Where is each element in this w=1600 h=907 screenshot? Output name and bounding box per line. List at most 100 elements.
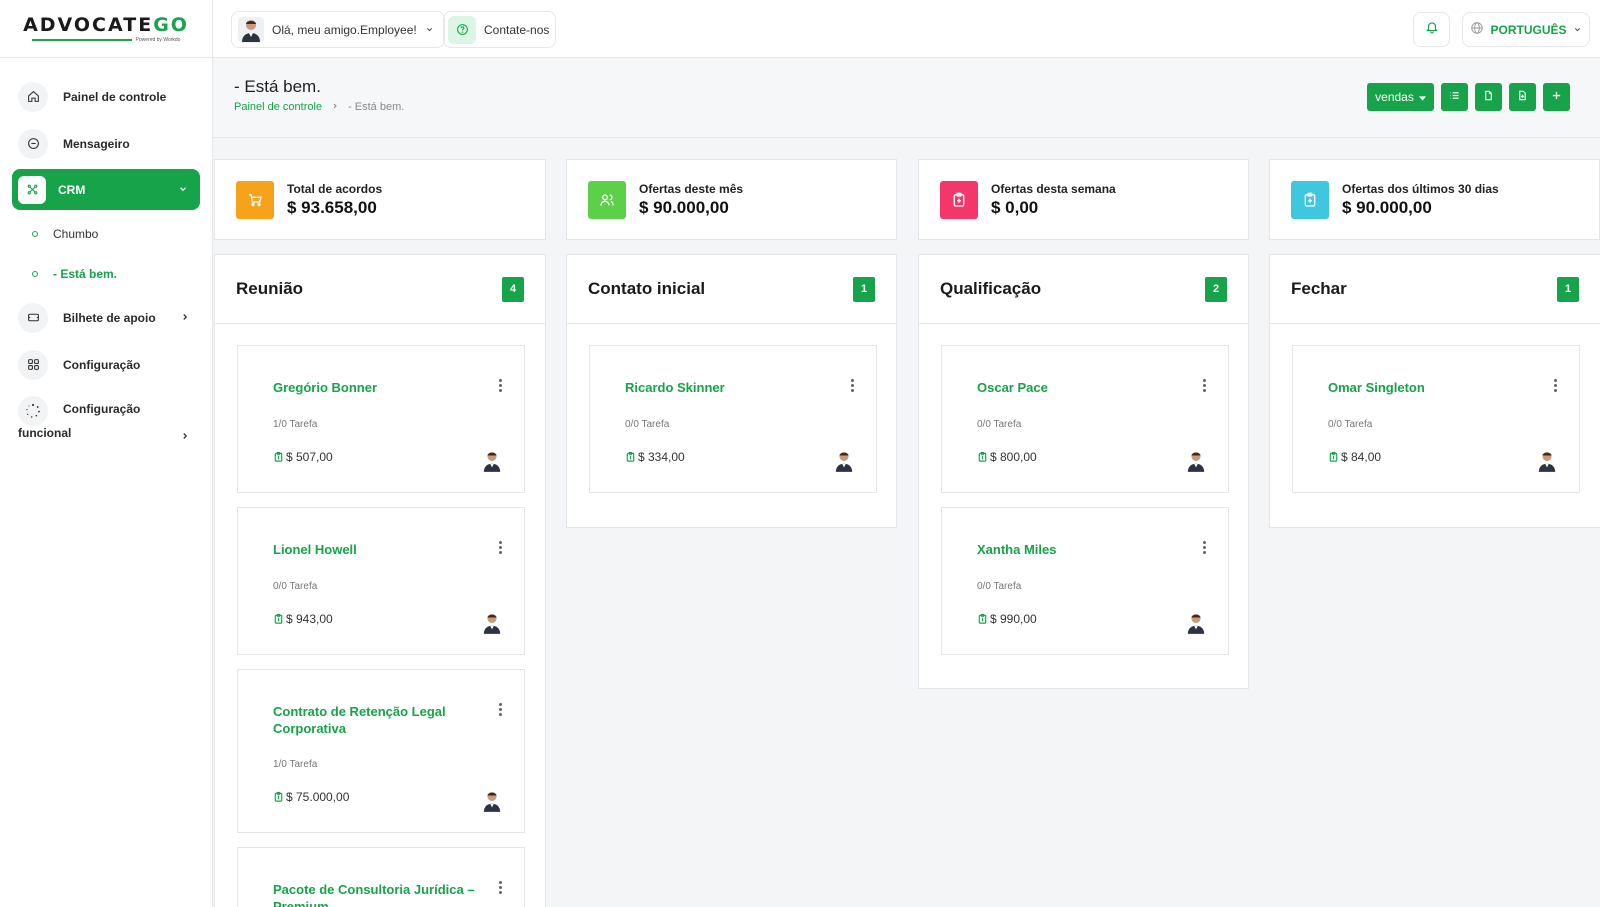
sidebar-subitem-lead[interactable]: Chumbo bbox=[0, 214, 212, 254]
chevron-right-icon bbox=[180, 430, 190, 444]
deal-amount-value: $ 943,00 bbox=[286, 612, 333, 626]
stat-label: Ofertas dos últimos 30 dias bbox=[1342, 181, 1499, 196]
deal-name-link[interactable]: Contrato de Retenção Legal Corporativa bbox=[273, 703, 488, 737]
deal-task-count: 0/0 Tarefa bbox=[977, 419, 1022, 430]
stat-card-month-deals: Ofertas deste mês $ 90.000,00 bbox=[566, 159, 897, 240]
assignee-avatar[interactable] bbox=[1186, 612, 1206, 634]
deal-task-count: 1/0 Tarefa bbox=[273, 419, 318, 430]
import-button[interactable] bbox=[1475, 83, 1502, 111]
deal-card[interactable]: Contrato de Retenção Legal Corporativa 1… bbox=[237, 669, 525, 833]
more-options-icon[interactable] bbox=[498, 379, 502, 392]
assignee-avatar[interactable] bbox=[482, 790, 502, 812]
more-options-icon[interactable] bbox=[498, 541, 502, 554]
deal-task-count: 0/0 Tarefa bbox=[625, 419, 670, 430]
deal-card[interactable]: Gregório Bonner 1/0 Tarefa $ 507,00 bbox=[237, 345, 525, 493]
deal-card[interactable]: Omar Singleton 0/0 Tarefa $ 84,00 bbox=[1292, 345, 1580, 493]
add-deal-button[interactable] bbox=[1543, 83, 1570, 111]
deal-card[interactable]: Xantha Miles 0/0 Tarefa $ 990,00 bbox=[941, 507, 1229, 655]
powered-by: Powered by Workdo bbox=[135, 37, 181, 43]
language-label: PORTUGUÊS bbox=[1490, 22, 1567, 37]
pipeline-label: vendas bbox=[1375, 90, 1414, 104]
ticket-icon bbox=[18, 302, 48, 333]
deal-card[interactable]: Lionel Howell 0/0 Tarefa $ 943,00 bbox=[237, 507, 525, 655]
sidebar-item-label-line2: funcional bbox=[18, 426, 72, 440]
sidebar-item-support-ticket[interactable]: Bilhete de apoio bbox=[0, 294, 212, 341]
breadcrumb-home-link[interactable]: Painel de controle bbox=[234, 101, 322, 113]
stat-value: $ 90.000,00 bbox=[639, 197, 729, 217]
sidebar-item-label: CRM bbox=[58, 182, 86, 197]
stat-label: Total de acordos bbox=[287, 181, 383, 196]
more-options-icon[interactable] bbox=[1202, 379, 1206, 392]
deal-name-link[interactable]: Pacote de Consultoria Jurídica – Premium bbox=[273, 881, 488, 907]
kanban-column-meeting: Reunião 4 Gregório Bonner 1/0 Tarefa $ 5… bbox=[214, 254, 546, 907]
kanban-column-close: Fechar 1 Omar Singleton 0/0 Tarefa $ 84,… bbox=[1269, 254, 1600, 528]
sidebar-item-crm[interactable]: CRM bbox=[12, 169, 200, 210]
clipboard-dollar-icon bbox=[1329, 451, 1338, 462]
user-menu-button[interactable]: Olá, meu amigo.Employee! bbox=[231, 11, 445, 48]
column-count-badge: 1 bbox=[1557, 276, 1579, 302]
clipboard-dollar-icon bbox=[274, 451, 283, 462]
grid-icon bbox=[18, 349, 48, 380]
deal-name-link[interactable]: Oscar Pace bbox=[977, 379, 1192, 396]
notifications-button[interactable] bbox=[1413, 12, 1450, 47]
assignee-avatar[interactable] bbox=[482, 450, 502, 472]
breadcrumb: Painel de controle - Está bem. bbox=[234, 101, 404, 113]
contact-us-button[interactable]: Contate-nos bbox=[443, 11, 557, 48]
deal-name-link[interactable]: Omar Singleton bbox=[1328, 379, 1543, 396]
crm-icon bbox=[18, 175, 46, 204]
deal-card[interactable]: Ricardo Skinner 0/0 Tarefa $ 334,00 bbox=[589, 345, 877, 493]
sidebar-item-label: Configuração bbox=[63, 357, 141, 372]
column-count-badge: 2 bbox=[1205, 276, 1227, 302]
page-header: - Está bem. Painel de controle - Está be… bbox=[213, 58, 1600, 138]
stat-value: $ 0,00 bbox=[991, 197, 1039, 217]
deal-card[interactable]: Pacote de Consultoria Jurídica – Premium bbox=[237, 847, 525, 907]
deal-name-link[interactable]: Xantha Miles bbox=[977, 541, 1192, 558]
stat-card-week-deals: Ofertas desta semana $ 0,00 bbox=[918, 159, 1249, 240]
sidebar-subitem-label: - Está bem. bbox=[53, 267, 118, 281]
sidebar-subitem-deal[interactable]: - Está bem. bbox=[0, 254, 212, 294]
deal-amount-value: $ 990,00 bbox=[990, 612, 1037, 626]
language-select[interactable]: PORTUGUÊS bbox=[1462, 12, 1590, 47]
clipboard-dollar-icon bbox=[274, 613, 283, 624]
globe-icon bbox=[1470, 21, 1484, 38]
clipboard-dollar-icon bbox=[626, 451, 635, 462]
deal-task-count: 0/0 Tarefa bbox=[977, 581, 1022, 592]
pipeline-dropdown-button[interactable]: vendas bbox=[1367, 83, 1434, 111]
deal-amount: $ 84,00 bbox=[1328, 450, 1381, 464]
chevron-down-icon bbox=[178, 183, 188, 197]
sidebar-item-dashboard[interactable]: Painel de controle bbox=[0, 73, 212, 120]
more-options-icon[interactable] bbox=[498, 881, 502, 894]
deal-name-link[interactable]: Ricardo Skinner bbox=[625, 379, 840, 396]
sidebar-item-messenger[interactable]: Mensageiro bbox=[0, 120, 212, 167]
export-button[interactable] bbox=[1509, 83, 1536, 111]
logo[interactable]: ADVOCATEGO Powered by Workdo bbox=[0, 0, 212, 58]
assignee-avatar[interactable] bbox=[1537, 450, 1557, 472]
sidebar-item-functional-settings[interactable]: Configuração funcional bbox=[0, 388, 212, 456]
assignee-avatar[interactable] bbox=[482, 612, 502, 634]
deal-card[interactable]: Oscar Pace 0/0 Tarefa $ 800,00 bbox=[941, 345, 1229, 493]
loader-icon bbox=[18, 396, 48, 426]
deal-name-link[interactable]: Gregório Bonner bbox=[273, 379, 488, 396]
more-options-icon[interactable] bbox=[1202, 541, 1206, 554]
more-options-icon[interactable] bbox=[1553, 379, 1557, 392]
column-title: Reunião bbox=[236, 279, 304, 298]
deal-amount-value: $ 507,00 bbox=[286, 450, 333, 464]
stat-card-30day-deals: Ofertas dos últimos 30 dias $ 90.000,00 bbox=[1269, 159, 1600, 240]
column-count-badge: 4 bbox=[502, 276, 524, 302]
home-icon bbox=[18, 81, 48, 112]
deal-task-count: 1/0 Tarefa bbox=[273, 759, 318, 770]
more-options-icon[interactable] bbox=[498, 703, 502, 716]
stat-value: $ 90.000,00 bbox=[1342, 197, 1432, 217]
deal-amount-value: $ 75.000,00 bbox=[286, 790, 350, 804]
list-view-button[interactable] bbox=[1441, 83, 1468, 111]
more-options-icon[interactable] bbox=[850, 379, 854, 392]
deal-name-link[interactable]: Lionel Howell bbox=[273, 541, 488, 558]
list-icon bbox=[1449, 90, 1460, 104]
assignee-avatar[interactable] bbox=[834, 450, 854, 472]
column-title: Fechar bbox=[1291, 279, 1347, 298]
sidebar-item-settings[interactable]: Configuração bbox=[0, 341, 212, 388]
chevron-down-icon bbox=[1573, 23, 1582, 37]
assignee-avatar[interactable] bbox=[1186, 450, 1206, 472]
deal-amount-value: $ 800,00 bbox=[990, 450, 1037, 464]
page-title: - Está bem. bbox=[234, 77, 321, 96]
